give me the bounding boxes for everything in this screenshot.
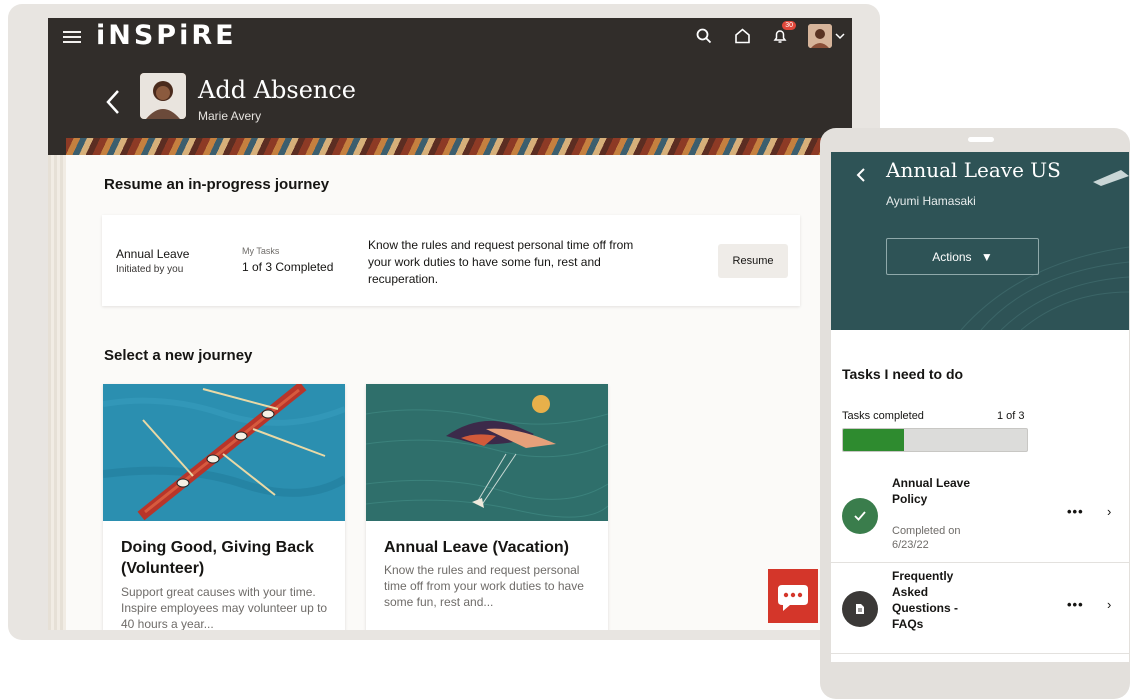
tasks-progress-fill (843, 429, 904, 451)
chevron-right-icon[interactable]: › (1107, 597, 1111, 612)
phone-device-frame: Annual Leave US Ayumi Hamasaki Actions ▼… (820, 128, 1130, 699)
chevron-right-icon[interactable]: › (1107, 504, 1111, 519)
task-completed-date: Completed on 6/23/22 (892, 525, 961, 551)
task-title: Annual Leave Policy (892, 476, 971, 506)
document-icon (842, 591, 878, 627)
tablet-device-frame: iNSPiRE 30 Add Absence Marie Avery Resum… (8, 4, 880, 640)
resume-heading: Resume an in-progress journey (104, 176, 330, 193)
journey-initiator: Initiated by you (116, 264, 184, 275)
journey-card-title: Doing Good, Giving Back (Volunteer) (121, 539, 314, 577)
home-icon[interactable] (730, 24, 754, 48)
mobile-app-screen: Annual Leave US Ayumi Hamasaki Actions ▼… (831, 152, 1129, 662)
check-icon (842, 498, 878, 534)
select-journey-heading: Select a new journey (104, 347, 253, 364)
mobile-page-subtitle: Ayumi Hamasaki (886, 194, 976, 208)
journey-card-description: Know the rules and request personal time… (384, 563, 584, 609)
resume-button[interactable]: Resume (718, 244, 788, 278)
chevron-down-icon (834, 33, 845, 40)
resume-journey-card[interactable]: Annual Leave Initiated by you My Tasks 1… (102, 215, 800, 306)
search-icon[interactable] (692, 24, 716, 48)
more-options-icon[interactable]: ••• (1067, 597, 1084, 612)
brand-logo: iNSPiRE (96, 20, 237, 51)
tasks-progress-text: 1 of 3 Completed (242, 260, 334, 274)
app-header: iNSPiRE 30 Add Absence Marie Avery (48, 18, 852, 156)
decorative-banner (66, 138, 852, 156)
journey-card-volunteer[interactable]: Doing Good, Giving Back (Volunteer) Supp… (103, 384, 345, 630)
journey-name: Annual Leave (116, 247, 190, 261)
back-arrow-icon[interactable] (104, 88, 122, 116)
user-avatar (807, 24, 832, 48)
employee-avatar (140, 73, 186, 119)
journey-description: Know the rules and request personal time… (368, 238, 634, 286)
tasks-progress-bar (842, 428, 1028, 452)
mobile-page-title: Annual Leave US (886, 158, 1061, 182)
task-title: Frequently Asked Questions - FAQs (892, 569, 959, 631)
actions-label: Actions (932, 249, 972, 264)
phone-notch (968, 137, 994, 142)
back-arrow-icon[interactable] (855, 166, 867, 184)
tasks-completed-value: 1 of 3 (997, 410, 1025, 422)
notifications-bell-icon[interactable]: 30 (768, 21, 796, 48)
journey-card-annual-leave[interactable]: Annual Leave (Vacation) Know the rules a… (366, 384, 608, 630)
user-menu[interactable] (806, 24, 846, 48)
desktop-app-screen: iNSPiRE 30 Add Absence Marie Avery Resum… (48, 18, 852, 630)
decorative-side-strip (48, 155, 66, 630)
hamburger-menu-icon[interactable] (63, 28, 81, 44)
page-title: Add Absence (198, 76, 357, 104)
page-subtitle: Marie Avery (198, 109, 262, 123)
mobile-hero: Annual Leave US Ayumi Hamasaki Actions ▼ (831, 152, 1129, 330)
main-content: Resume an in-progress journey Annual Lea… (66, 155, 852, 630)
journey-card-description: Support great causes with your time. Ins… (121, 585, 328, 630)
tasks-completed-label: Tasks completed (842, 410, 924, 422)
tasks-label: My Tasks (242, 246, 280, 256)
journey-card-title: Annual Leave (Vacation) (384, 539, 569, 556)
swimmer-illustration (366, 384, 608, 521)
more-options-icon[interactable]: ••• (1067, 504, 1084, 519)
task-list-item[interactable]: Annual Leave Policy Completed on 6/23/22… (831, 470, 1129, 563)
rowing-team-illustration (103, 384, 345, 521)
chat-button[interactable] (768, 569, 818, 623)
tasks-heading: Tasks I need to do (842, 366, 964, 382)
caret-down-icon: ▼ (980, 249, 993, 264)
actions-button[interactable]: Actions ▼ (886, 238, 1039, 275)
notification-count-badge: 30 (782, 21, 796, 30)
task-list-item[interactable]: Frequently Asked Questions - FAQs ••• › (831, 563, 1129, 654)
header-actions: 30 (692, 21, 846, 48)
